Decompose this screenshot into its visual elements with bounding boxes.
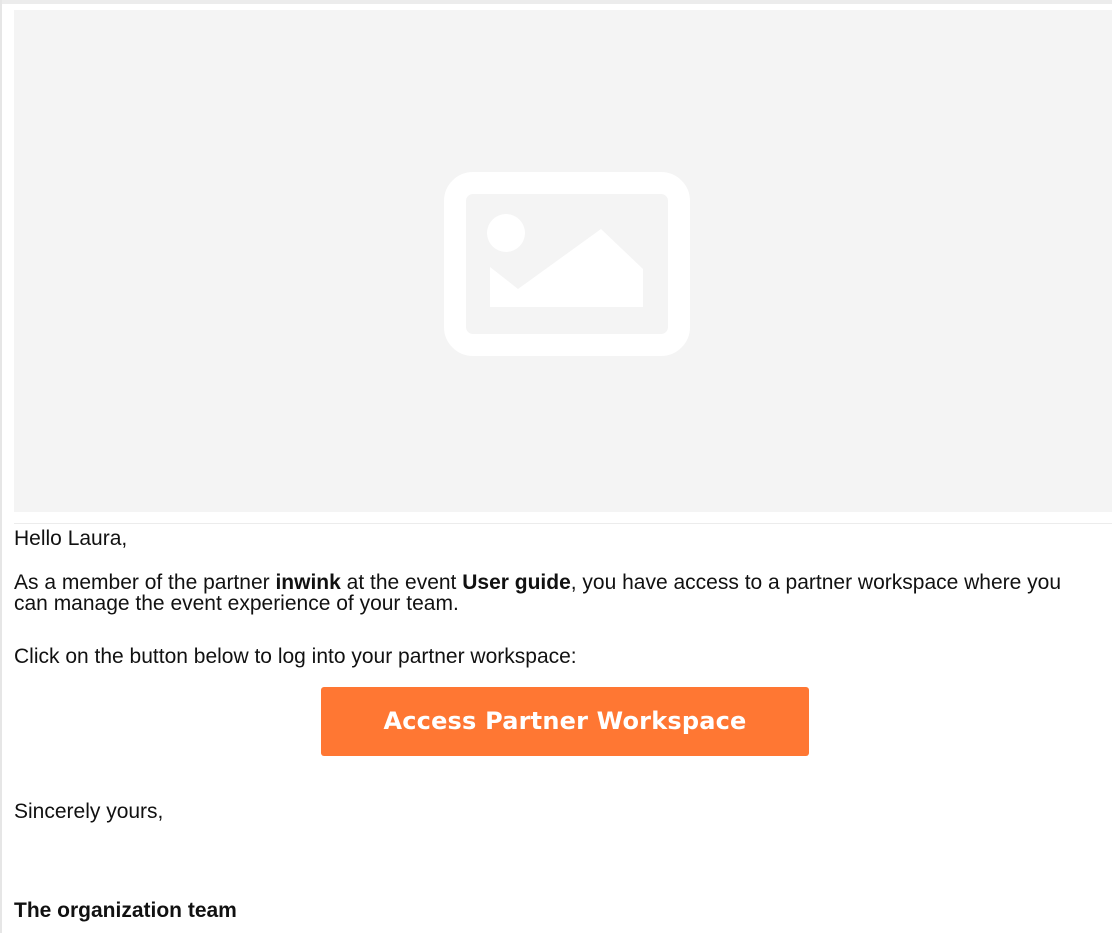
left-border [0,0,2,933]
partner-name: inwink [275,571,341,594]
intro-paragraph: As a member of the partner inwink at the… [14,572,1094,614]
intro-text-2: at the event [340,571,463,594]
event-name: User guide [462,571,571,594]
instruction-text: Click on the button below to log into yo… [14,645,577,668]
cta-container: Access Partner Workspace [321,687,809,756]
image-placeholder-icon [444,172,690,356]
intro-text-1: As a member of the partner [14,571,276,594]
greeting-text: Hello Laura, [14,527,128,550]
banner-divider [14,523,1112,524]
closing-text: Sincerely yours, [14,800,164,823]
access-partner-workspace-button[interactable]: Access Partner Workspace [321,687,809,756]
signature-text: The organization team [14,899,237,922]
email-preview: Hello Laura, As a member of the partner … [0,0,1112,933]
top-divider [0,0,1112,4]
